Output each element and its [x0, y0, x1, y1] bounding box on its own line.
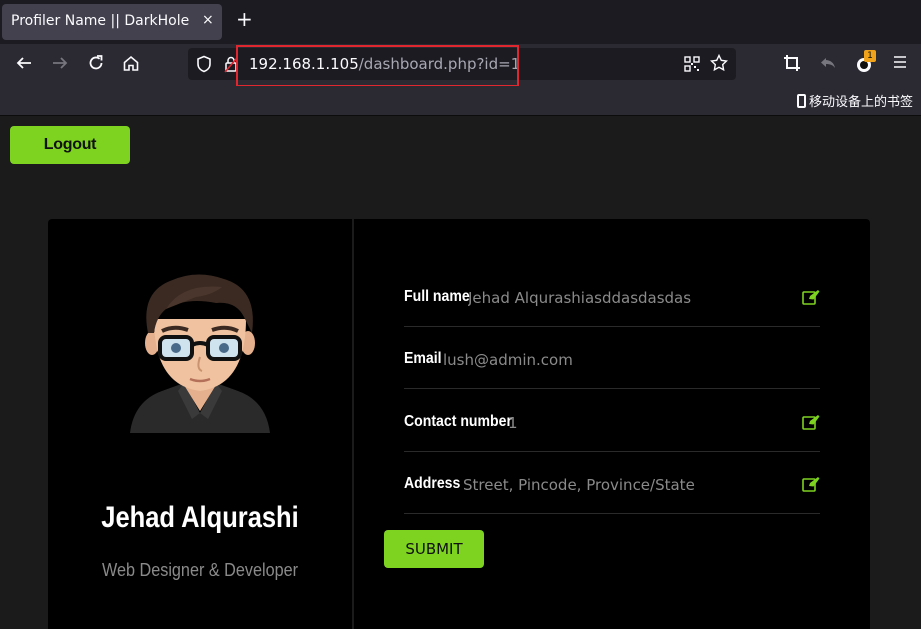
- edit-icon[interactable]: [802, 414, 820, 430]
- tab-title: Profiler Name || DarkHole: [11, 13, 190, 29]
- profile-card: Jehad Alqurashi Web Designer & Developer: [48, 219, 352, 629]
- home-icon[interactable]: [120, 54, 142, 77]
- logout-button[interactable]: Logout: [10, 126, 130, 164]
- field-address: Address Street, Pincode, Province/State: [404, 452, 820, 514]
- submit-button[interactable]: SUBMIT: [384, 530, 484, 568]
- tab-bar: Profiler Name || DarkHole × +: [0, 0, 921, 44]
- bookmarks-toolbar: 移动设备上的书签: [0, 86, 921, 116]
- contact-number-value[interactable]: 1: [508, 414, 708, 432]
- field-label: Full name: [404, 288, 470, 305]
- bookmark-star-icon[interactable]: [709, 53, 729, 76]
- mobile-bookmarks-label: 移动设备上的书签: [808, 95, 913, 110]
- edit-icon[interactable]: [802, 289, 820, 305]
- field-label: Email: [404, 350, 442, 367]
- field-label: Contact number: [404, 413, 512, 430]
- back-icon[interactable]: [13, 54, 35, 77]
- address-placeholder[interactable]: Street, Pincode, Province/State: [463, 476, 707, 494]
- edit-icon[interactable]: [802, 476, 820, 492]
- profile-role: Web Designer & Developer: [101, 560, 299, 580]
- extension-icon[interactable]: 1: [853, 50, 876, 79]
- mobile-phone-icon: [796, 94, 806, 108]
- browser-tab[interactable]: Profiler Name || DarkHole ×: [2, 4, 222, 40]
- full-name-value[interactable]: Jehad Alqurashiasddasdasdas: [468, 289, 768, 307]
- field-full-name: Full name Jehad Alqurashiasddasdasdas: [404, 265, 820, 327]
- mobile-bookmarks[interactable]: 移动设备上的书签: [796, 91, 913, 110]
- shield-icon[interactable]: [196, 55, 212, 77]
- qr-code-icon[interactable]: [684, 56, 700, 76]
- tab-close-icon[interactable]: ×: [202, 12, 214, 28]
- reload-icon[interactable]: [85, 54, 107, 77]
- field-contact-number: Contact number 1: [404, 390, 820, 452]
- undo-icon[interactable]: [817, 54, 839, 77]
- page-content: Logout Jehad Alqurashi Web Designer & De…: [0, 117, 921, 629]
- new-tab-icon[interactable]: +: [236, 9, 253, 29]
- extension-badge: 1: [864, 50, 876, 62]
- forward-icon[interactable]: [49, 54, 71, 77]
- menu-icon[interactable]: [889, 54, 911, 75]
- profile-name: Jehad Alqurashi: [101, 501, 299, 534]
- avatar: [130, 274, 270, 433]
- field-label: Address: [404, 475, 461, 492]
- profile-form: Full name Jehad Alqurashiasddasdasdas Em…: [354, 219, 870, 629]
- url-highlight-box: [236, 45, 519, 87]
- field-email: Email lush@admin.com: [404, 327, 820, 389]
- email-value: lush@admin.com: [443, 351, 573, 369]
- crop-icon[interactable]: [781, 54, 803, 77]
